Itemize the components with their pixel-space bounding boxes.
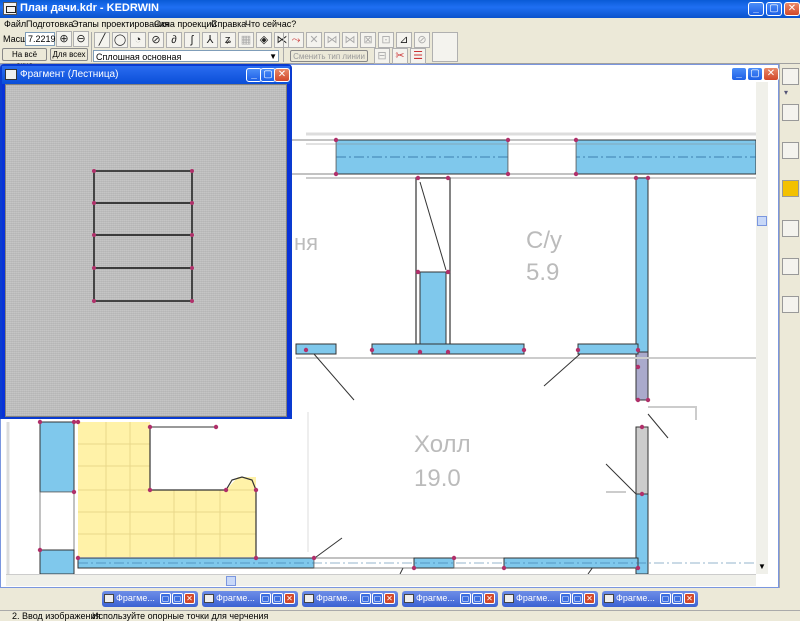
copy-icon[interactable]: ⊘ — [414, 32, 430, 48]
main-toolbar: Масшт 7.2219 ⊕ ⊖ На всё окно Для всех ╱ … — [0, 30, 800, 70]
room2-name: Холл — [414, 431, 471, 458]
fit-window-button[interactable]: На всё окно — [2, 48, 47, 70]
render-icon[interactable] — [782, 258, 799, 275]
app-icon — [3, 2, 17, 15]
curve-tool-icon[interactable]: ∂ — [166, 32, 182, 48]
minimized-window[interactable]: Фрагме... ▢ ▢ ✕ — [202, 591, 298, 607]
child-close-button[interactable]: ✕ — [763, 67, 779, 81]
edit-line-icon[interactable]: ⤳ — [288, 32, 304, 48]
circle-tool-icon[interactable]: ◯ — [112, 32, 128, 48]
fit-all-button[interactable]: Для всех — [50, 48, 88, 61]
hatch-tool-icon[interactable]: ▦ — [238, 32, 254, 48]
spline-tool-icon[interactable]: ʃ — [184, 32, 200, 48]
menu-bar: Файл Подготовка Этапы проектирования Окн… — [0, 18, 800, 30]
scroll-down-icon[interactable]: ▼ — [756, 562, 768, 574]
view-icon[interactable] — [782, 220, 799, 237]
minimized-window[interactable]: Фрагме... ▢ ▢ ✕ — [402, 591, 498, 607]
fragment-title: Фрагмент (Лестница) — [20, 69, 119, 80]
room1-name: С/у — [526, 227, 562, 254]
dimension-mode-icon[interactable] — [782, 142, 799, 159]
room1-area: 5.9 — [526, 259, 559, 286]
print-icon[interactable] — [782, 296, 799, 313]
minimize-button[interactable]: _ — [748, 2, 764, 16]
minimized-window[interactable]: Фрагме... ▢ ▢ ✕ — [102, 591, 198, 607]
node-tool-icon[interactable]: ◈ — [256, 32, 272, 48]
minimized-windows-strip: Фрагме... ▢ ▢ ✕ Фрагме... ▢ ▢ ✕ Фрагме... ▢ ▢ ✕ Ф… — [0, 588, 800, 610]
child-minimize-button[interactable]: _ — [731, 67, 747, 81]
minimized-window[interactable]: Фрагме... ▢ ▢ ✕ — [602, 591, 698, 607]
minimized-window[interactable]: Фрагме... ▢ ▢ ✕ — [502, 591, 598, 607]
menu-help[interactable]: Справка — [211, 18, 246, 30]
vscroll-thumb[interactable] — [757, 216, 767, 226]
join-icon[interactable]: ⊡ — [378, 32, 394, 48]
fragment-canvas[interactable] — [5, 84, 287, 417]
cut-icon[interactable]: ✕ — [306, 32, 322, 48]
polyline-tool-icon[interactable]: ⅄ — [202, 32, 218, 48]
window-icon — [5, 69, 17, 80]
snap-icon[interactable] — [782, 68, 799, 85]
menu-prepare[interactable]: Подготовка — [26, 18, 73, 30]
menu-whats-now[interactable]: Что сейчас? — [245, 18, 296, 30]
stair-fragment-drawing — [92, 169, 194, 303]
mirror-icon[interactable]: ⊿ — [396, 32, 412, 48]
list-icon[interactable]: ☰ — [410, 48, 426, 64]
zoom-out-icon[interactable]: ⊖ — [73, 31, 89, 47]
horizontal-scrollbar[interactable] — [6, 574, 756, 586]
vertical-scrollbar[interactable]: ▼ — [756, 82, 768, 574]
room3-name-partial: ня — [294, 230, 318, 255]
extend-icon[interactable]: ⋈ — [342, 32, 358, 48]
status-bar: 2. Ввод изображения Используйте опорные … — [0, 610, 800, 621]
line-type-select[interactable]: Сплошная основная ▼ — [93, 50, 279, 62]
fragment-window: Фрагмент (Лестница) _ ▢ ✕ — [0, 64, 292, 419]
zoom-in-icon[interactable]: ⊕ — [56, 31, 72, 47]
kedrwin-app: План дачи.kdr - KEDRWIN _ ▢ ✕ Файл Подго… — [0, 0, 800, 621]
status-hint: Используйте опорные точки для черчения — [92, 611, 269, 621]
break-icon[interactable]: ⊠ — [360, 32, 376, 48]
scale-input[interactable]: 7.2219 — [25, 32, 56, 46]
room2-area: 19.0 — [414, 465, 461, 492]
restore-button[interactable]: ▢ — [766, 2, 782, 16]
right-toolbar: ▾ — [779, 64, 800, 588]
fragment-titlebar[interactable]: Фрагмент (Лестница) _ ▢ ✕ — [2, 66, 290, 84]
change-line-type-button[interactable]: Сменить тип линии — [290, 50, 368, 62]
status-mode: 2. Ввод изображения — [12, 611, 101, 621]
arc-tool-icon[interactable]: ◔ — [130, 32, 146, 48]
minimized-window[interactable]: Фрагме... ▢ ▢ ✕ — [302, 591, 398, 607]
app-title: План дачи.kdr - KEDRWIN — [20, 2, 159, 14]
line-type-value: Сплошная основная — [96, 52, 182, 62]
app-titlebar: План дачи.kdr - KEDRWIN _ ▢ ✕ — [0, 0, 800, 18]
measure-icon[interactable] — [782, 180, 799, 197]
layers-icon[interactable] — [782, 104, 799, 121]
line-tool-icon[interactable]: ╱ — [94, 32, 110, 48]
menu-projection-windows[interactable]: Окна проекций — [154, 18, 216, 30]
expand-icon[interactable]: ▾ — [784, 88, 788, 97]
ellipse-tool-icon[interactable]: ⊘ — [148, 32, 164, 48]
child-restore-button[interactable]: ▢ — [747, 67, 763, 81]
close-button[interactable]: ✕ — [784, 2, 800, 16]
scroll-thumb[interactable] — [226, 576, 236, 586]
chevron-down-icon: ▼ — [269, 52, 277, 61]
fragment-close-button[interactable]: ✕ — [274, 68, 290, 82]
empty-tool-slot — [432, 32, 458, 62]
properties-icon[interactable]: ⊟ — [374, 48, 390, 64]
fillet-tool-icon[interactable]: ʑ — [220, 32, 236, 48]
menu-file[interactable]: Файл — [4, 18, 26, 30]
delete-icon[interactable]: ✂ — [392, 48, 408, 64]
trim-icon[interactable]: ⋈ — [324, 32, 340, 48]
